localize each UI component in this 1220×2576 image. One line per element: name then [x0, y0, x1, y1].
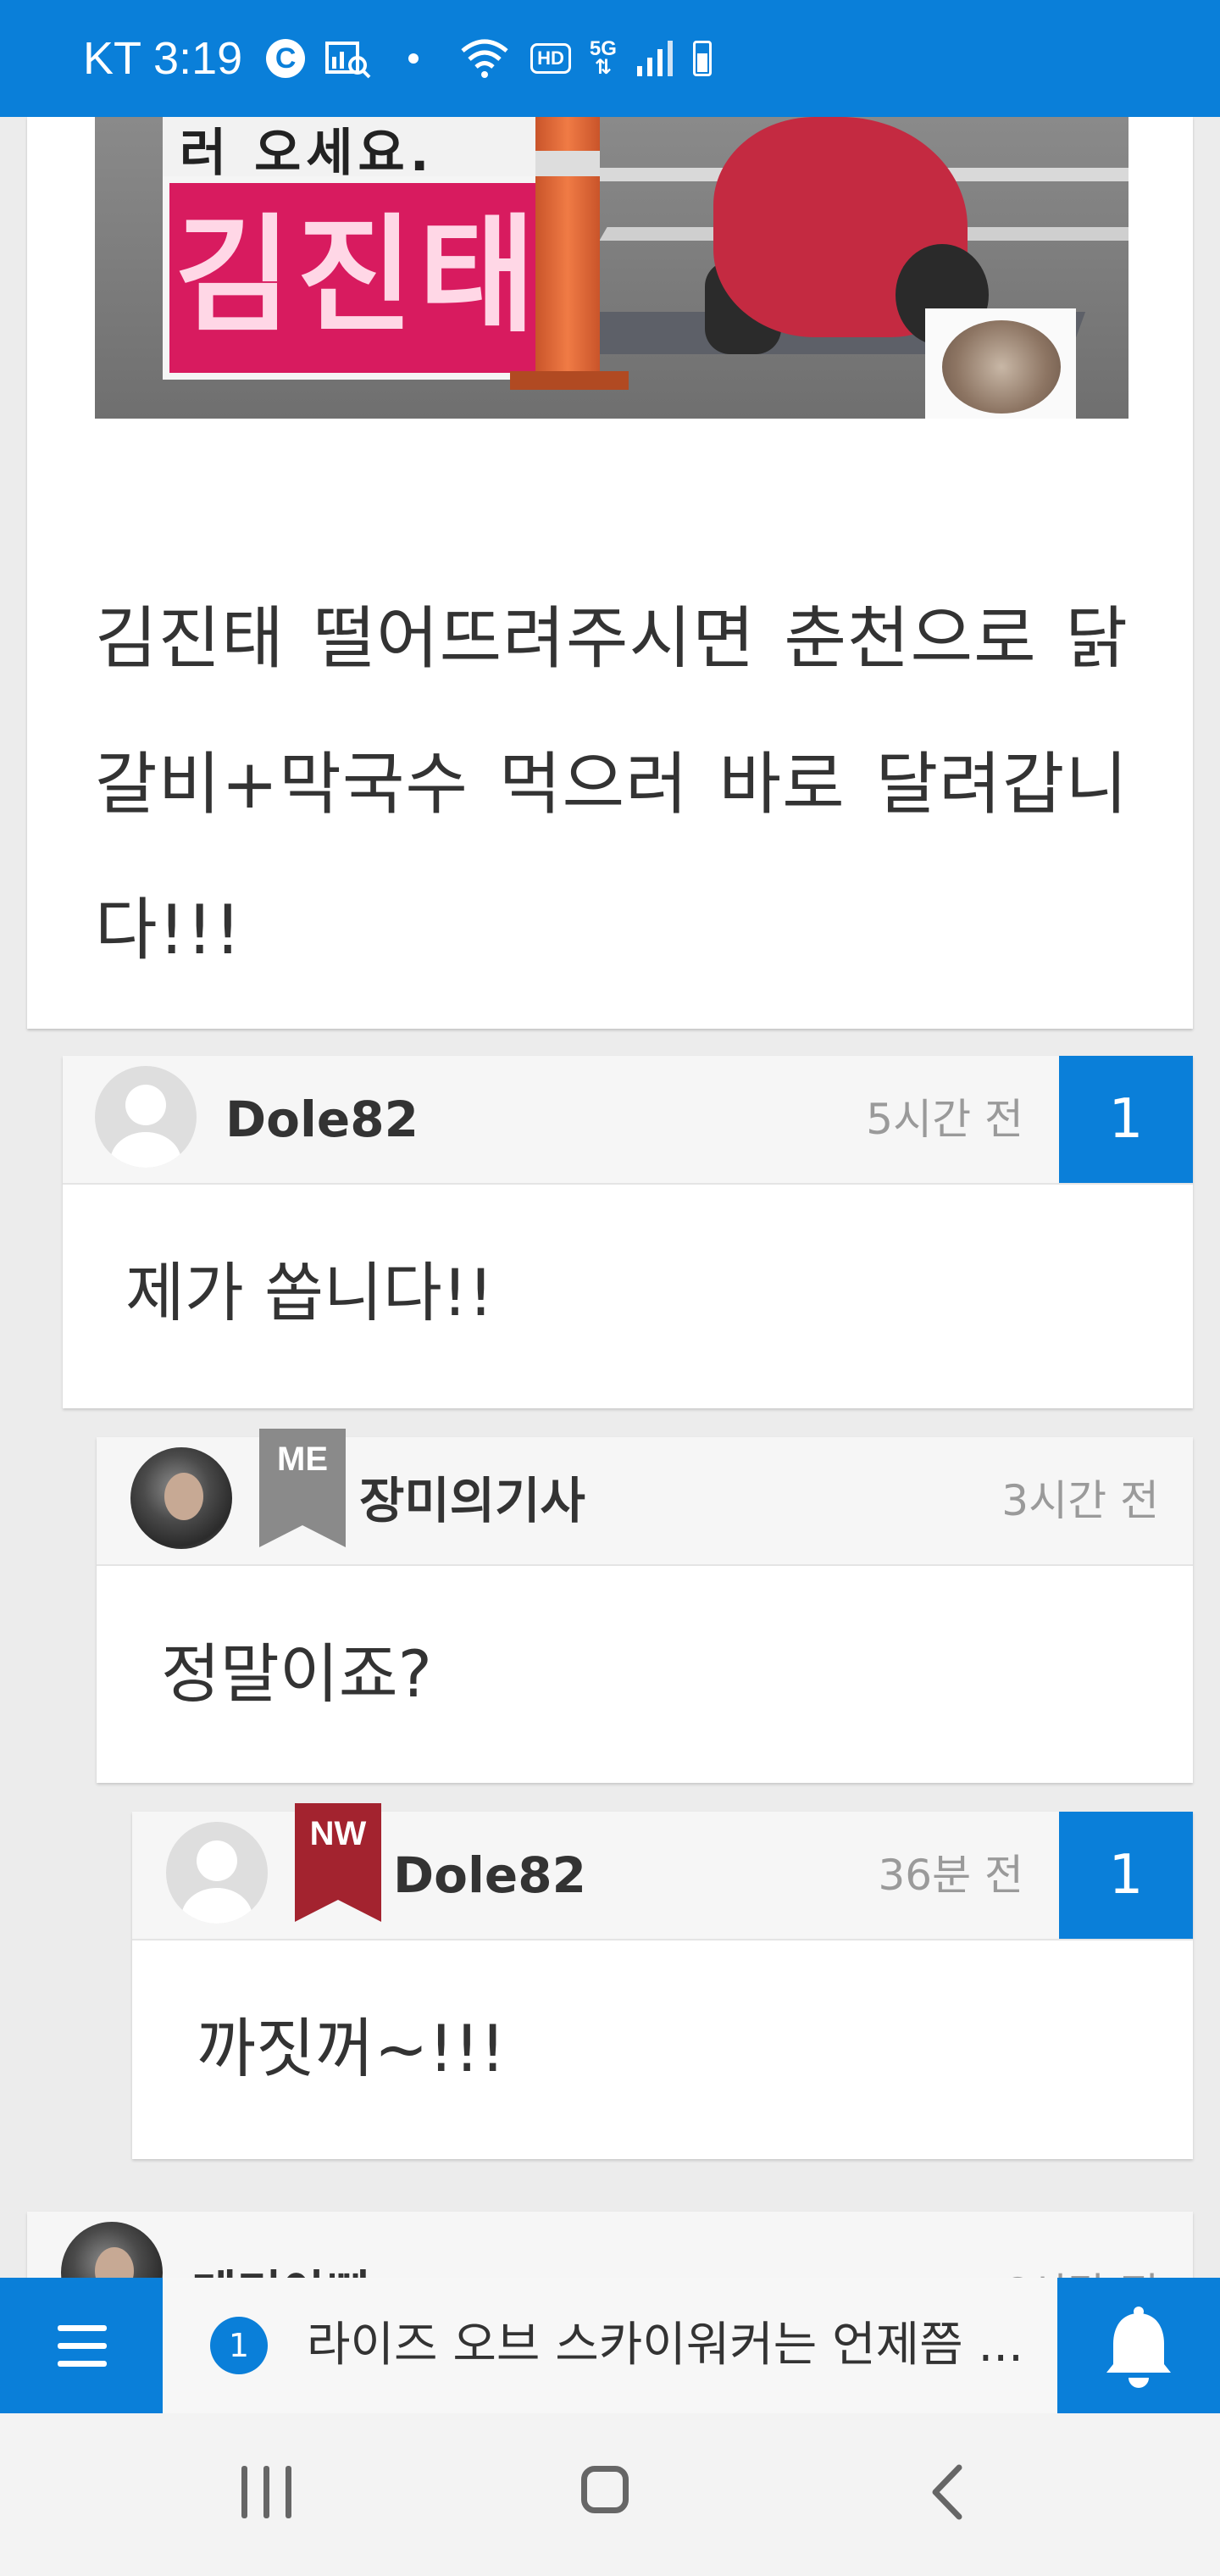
notification-bar[interactable]: 1 라이즈 오브 스카이워커는 언제쯤 ... — [0, 2278, 1220, 2413]
home-button[interactable] — [581, 2466, 629, 2513]
comment-item: ME 장미의기사 3시간 전 정말이죠? — [97, 1429, 1193, 1783]
comment-header: NW Dole82 36분 전 1 — [132, 1803, 1193, 1940]
hd-icon: HD — [530, 43, 571, 74]
notification-text[interactable]: 라이즈 오브 스카이워커는 언제쯤 ... — [307, 2278, 1018, 2413]
notification-bell-button[interactable] — [1057, 2278, 1220, 2413]
sign-top-text: 러 오세요. — [180, 124, 435, 183]
notification-count-badge: 1 — [210, 2317, 268, 2374]
avatar[interactable] — [166, 1822, 268, 1924]
post-body-text: 김진태 떨어뜨려주시면 춘천으로 닭갈비+막국수 먹으러 바로 달려갑니다!!! — [95, 599, 1128, 969]
comment-header: ME 장미의기사 3시간 전 — [97, 1429, 1193, 1566]
comment-author[interactable]: Dole82 — [393, 1812, 586, 1939]
me-badge: ME — [259, 1429, 346, 1547]
comment-text: 제가 쏩니다!! — [125, 1255, 494, 1330]
wifi-icon — [461, 39, 508, 78]
carrier-time: KT 3:19 — [83, 33, 243, 84]
stats-icon — [325, 42, 371, 79]
sign-name-text: 김진태 — [174, 203, 541, 350]
system-nav-bar — [0, 2413, 1220, 2576]
battery-icon — [692, 41, 712, 76]
post-image[interactable]: 러 오세요. 김진태 — [95, 117, 1128, 419]
status-bar: KT 3:19 C HD 5G ⇅ — [0, 0, 1220, 117]
menu-button[interactable] — [0, 2278, 163, 2413]
status-icons: C HD 5G ⇅ — [266, 37, 712, 80]
comment-author[interactable]: Dole82 — [225, 1056, 419, 1183]
comment-header: Dole82 5시간 전 1 — [63, 1056, 1193, 1185]
comment-author[interactable]: 장미의기사 — [359, 1437, 585, 1564]
5g-icon: 5G ⇅ — [589, 37, 617, 79]
avatar[interactable] — [95, 1066, 197, 1168]
comment-item: Dole82 5시간 전 1 제가 쏩니다!! — [63, 1056, 1193, 1408]
recent-apps-button[interactable] — [241, 2466, 292, 2518]
avatar[interactable] — [130, 1447, 232, 1549]
comment-time: 36분 전 — [878, 1851, 1023, 1900]
post-card: 러 오세요. 김진태 김진태 떨어뜨려주시면 춘천으로 닭갈비+막국수 먹으러 … — [27, 117, 1193, 1029]
bell-icon — [1106, 2307, 1171, 2388]
nw-badge: NW — [295, 1803, 381, 1922]
vote-count-button[interactable]: 1 — [1059, 1812, 1193, 1939]
hamburger-icon — [58, 2325, 107, 2331]
comment-item: NW Dole82 36분 전 1 까짓꺼~!!! — [132, 1803, 1193, 2159]
back-button[interactable] — [927, 2462, 969, 2522]
comment-time: 3시간 전 — [1001, 1476, 1159, 1525]
app-c-icon: C — [266, 39, 306, 78]
comment-text: 정말이죠? — [161, 1636, 433, 1712]
comment-text: 까짓꺼~!!! — [197, 2011, 506, 2086]
signal-icon — [636, 41, 673, 76]
comment-time: 5시간 전 — [866, 1095, 1023, 1144]
vote-count-button[interactable]: 1 — [1059, 1056, 1193, 1183]
notification-dot-icon — [408, 53, 419, 64]
